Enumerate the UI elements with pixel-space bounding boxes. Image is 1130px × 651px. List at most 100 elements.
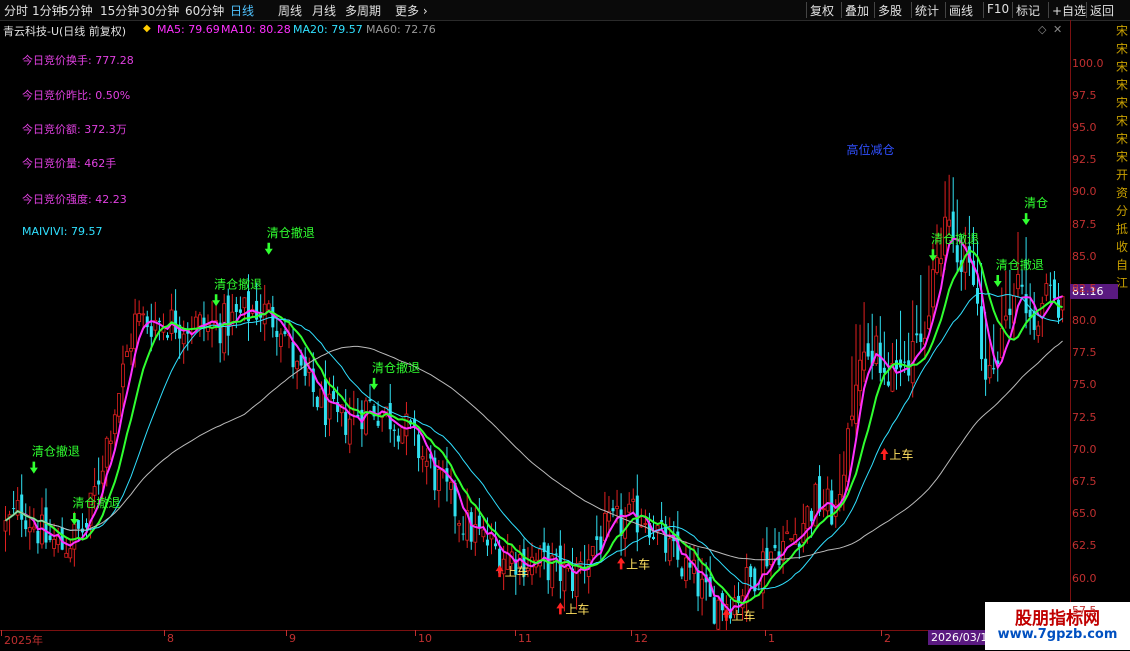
candle-body[interactable]	[295, 360, 300, 370]
candle-body[interactable]	[927, 315, 931, 330]
candle-body[interactable]	[27, 527, 32, 533]
diamond-icon[interactable]: ◇	[1038, 23, 1046, 36]
candle-body[interactable]	[477, 515, 481, 529]
candle-body[interactable]	[1048, 284, 1052, 286]
candle-body[interactable]	[903, 361, 907, 363]
candle-body[interactable]	[931, 269, 935, 308]
candle-body[interactable]	[97, 480, 101, 485]
candle-body[interactable]	[376, 420, 380, 426]
candle-body[interactable]	[344, 412, 348, 435]
toolbar-button-8[interactable]: 返回	[1090, 2, 1114, 19]
candle-body[interactable]	[1052, 279, 1056, 299]
candle-body[interactable]	[104, 437, 109, 468]
candle-body[interactable]	[12, 508, 16, 510]
candle-body[interactable]	[830, 490, 834, 525]
candle-body[interactable]	[688, 562, 692, 568]
candle-body[interactable]	[862, 351, 866, 371]
candle-body[interactable]	[631, 498, 636, 502]
candle-body[interactable]	[980, 306, 984, 360]
candle-body[interactable]	[652, 536, 655, 539]
candle-body[interactable]	[712, 597, 716, 624]
candle-body[interactable]	[92, 486, 97, 496]
candle-body[interactable]	[48, 535, 52, 541]
candle-body[interactable]	[947, 219, 952, 227]
candle-body[interactable]	[242, 297, 247, 309]
candle-body[interactable]	[976, 288, 979, 304]
ma-settings-icon[interactable]: ◆	[143, 23, 151, 34]
candle-body[interactable]	[181, 333, 186, 345]
candle-body[interactable]	[846, 428, 850, 482]
candle-body[interactable]	[821, 508, 826, 511]
candle-body[interactable]	[3, 520, 8, 532]
candle-body[interactable]	[112, 414, 117, 435]
candle-body[interactable]	[590, 545, 595, 556]
candle-body[interactable]	[315, 396, 319, 408]
candle-body[interactable]	[417, 434, 421, 459]
candle-body[interactable]	[461, 533, 465, 535]
candle-body[interactable]	[935, 257, 939, 273]
candle-body[interactable]	[955, 245, 959, 263]
candle-body[interactable]	[1020, 284, 1024, 287]
candle-body[interactable]	[765, 547, 769, 567]
toolbar-button-4[interactable]: 画线	[949, 2, 973, 19]
candle-body[interactable]	[992, 368, 996, 370]
candle-body[interactable]	[635, 495, 639, 533]
candle-body[interactable]	[627, 503, 632, 513]
candle-body[interactable]	[400, 426, 405, 444]
candle-body[interactable]	[278, 333, 283, 347]
toolbar-tab-3[interactable]: 15分钟	[100, 2, 139, 19]
candle-body[interactable]	[133, 313, 138, 350]
candle-body[interactable]	[117, 393, 121, 417]
candle-body[interactable]	[125, 351, 129, 358]
candle-body[interactable]	[1036, 325, 1041, 336]
candle-body[interactable]	[283, 331, 287, 335]
candle-body[interactable]	[247, 291, 250, 322]
candle-body[interactable]	[31, 526, 36, 530]
candle-body[interactable]	[327, 393, 332, 420]
candle-body[interactable]	[850, 415, 854, 421]
candle-body[interactable]	[866, 343, 870, 357]
candle-body[interactable]	[72, 523, 77, 550]
candle-body[interactable]	[858, 359, 862, 392]
candle-body[interactable]	[984, 358, 988, 380]
candle-body[interactable]	[347, 418, 352, 445]
toolbar-tab-5[interactable]: 60分钟	[185, 2, 224, 19]
candle-body[interactable]	[36, 530, 40, 544]
candle-body[interactable]	[818, 476, 822, 512]
candle-body[interactable]	[404, 413, 409, 437]
candle-body[interactable]	[129, 348, 133, 352]
candle-body[interactable]	[789, 538, 794, 541]
candle-body[interactable]	[562, 563, 567, 592]
candle-body[interactable]	[485, 539, 489, 546]
candle-body[interactable]	[332, 391, 336, 400]
candle-body[interactable]	[785, 531, 790, 534]
candle-body[interactable]	[137, 313, 142, 323]
candle-body[interactable]	[615, 505, 619, 509]
toolbar-button-5[interactable]: F10	[987, 2, 1009, 16]
candle-body[interactable]	[716, 599, 721, 630]
candle-body[interactable]	[68, 548, 73, 559]
candle-body[interactable]	[141, 313, 146, 316]
candle-body[interactable]	[939, 258, 943, 265]
candle-body[interactable]	[52, 539, 56, 549]
candle-body[interactable]	[667, 538, 672, 562]
candlestick-chart[interactable]: 清仓撤退清仓撤退清仓撤退清仓撤退清仓撤退清仓撤退清仓撤退清仓上车上车上车上车上车…	[0, 38, 1070, 630]
candle-body[interactable]	[100, 470, 105, 484]
candle-body[interactable]	[157, 320, 161, 323]
candle-body[interactable]	[915, 333, 919, 336]
candle-body[interactable]	[1016, 274, 1020, 290]
candle-body[interactable]	[854, 384, 858, 424]
candle-body[interactable]	[603, 512, 607, 541]
candle-body[interactable]	[809, 510, 813, 522]
candle-body[interactable]	[805, 506, 810, 530]
candle-body[interactable]	[266, 303, 271, 311]
candle-body[interactable]	[469, 512, 473, 542]
candle-body[interactable]	[436, 469, 441, 491]
candle-body[interactable]	[700, 578, 704, 599]
candle-body[interactable]	[550, 555, 555, 589]
toolbar-button-1[interactable]: 叠加	[845, 2, 869, 19]
toolbar-tab-2[interactable]: 5分钟	[61, 2, 93, 19]
candle-body[interactable]	[238, 309, 242, 313]
candle-body[interactable]	[684, 557, 688, 582]
toolbar-tab-6[interactable]: 日线	[230, 2, 254, 19]
